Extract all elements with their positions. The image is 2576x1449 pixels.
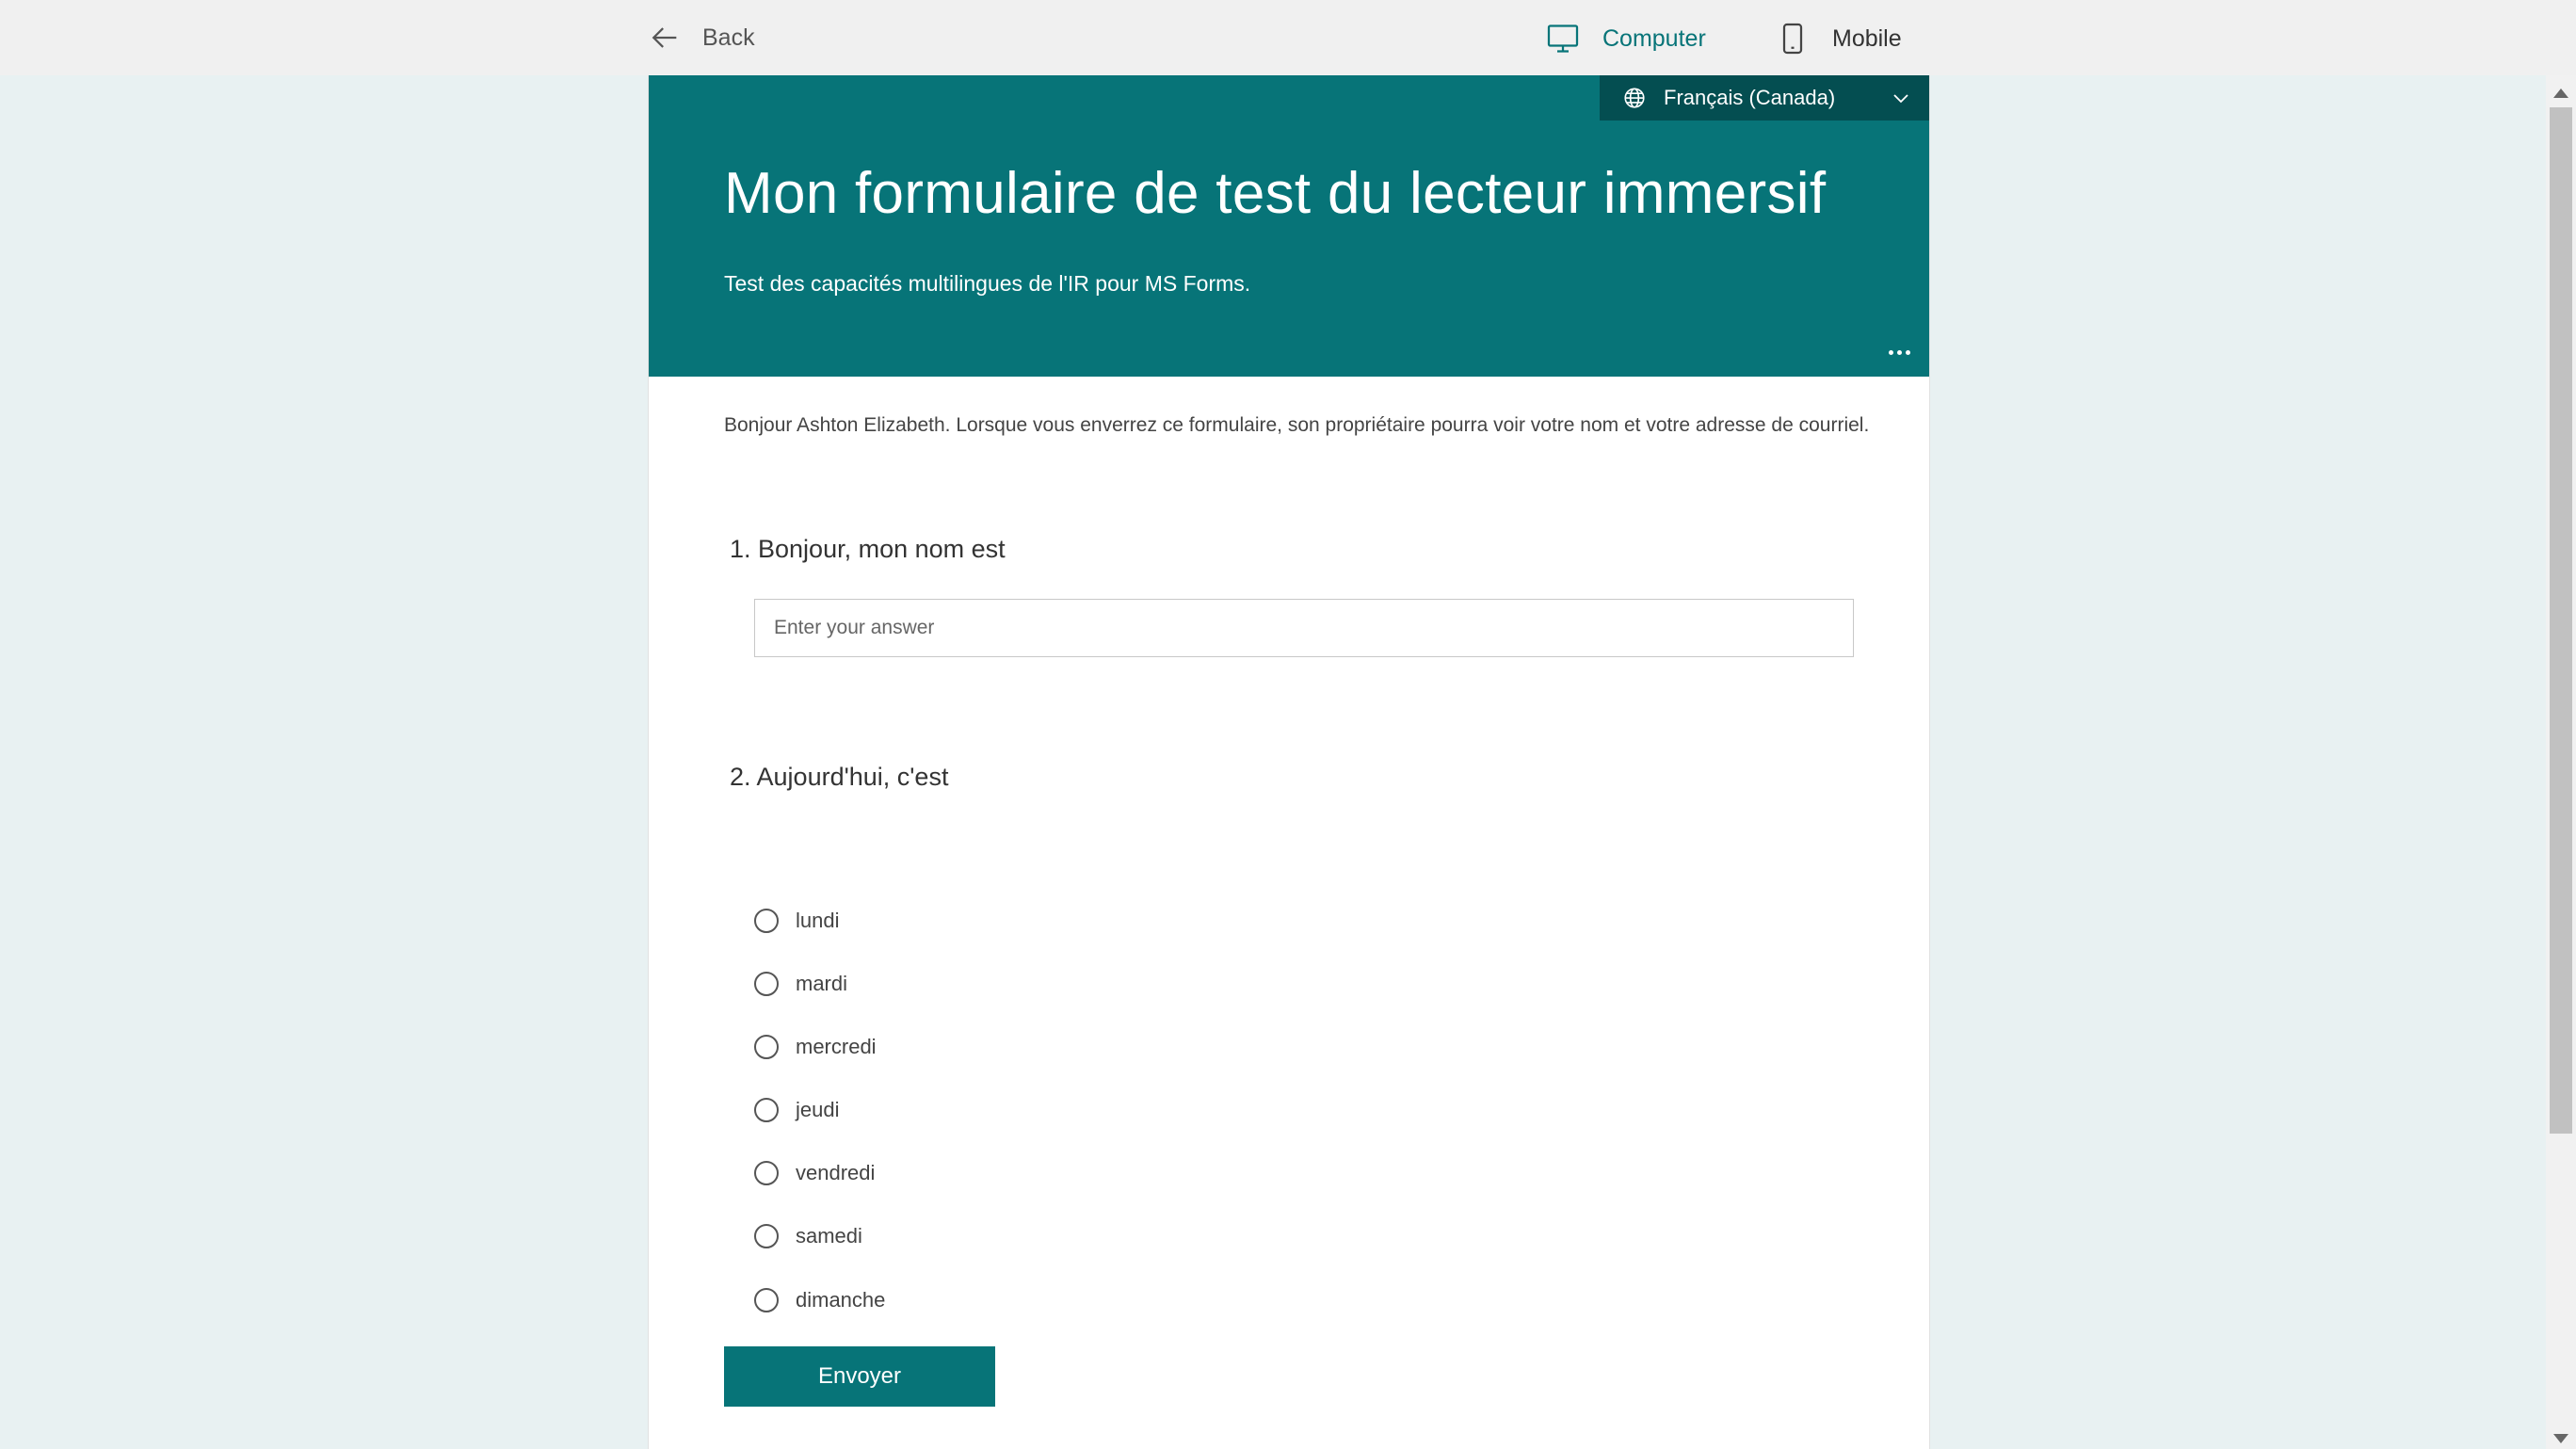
radio-button[interactable] (754, 1035, 779, 1059)
question-1-title: 1. Bonjour, mon nom est (730, 535, 1006, 563)
option-vendredi[interactable]: vendredi (754, 1154, 875, 1192)
chevron-down-icon (1893, 94, 1908, 104)
vertical-scrollbar[interactable] (2546, 75, 2576, 1449)
option-mardi[interactable]: mardi (754, 965, 847, 1003)
language-label: Français (Canada) (1664, 86, 1836, 109)
radio-button[interactable] (754, 909, 779, 933)
question-1-answer-input[interactable] (754, 599, 1854, 657)
option-label: mercredi (796, 1035, 877, 1058)
option-label: lundi (796, 909, 840, 932)
scroll-down-arrow-icon[interactable] (2553, 1434, 2568, 1443)
option-jeudi[interactable]: jeudi (754, 1091, 839, 1129)
scrollbar-thumb[interactable] (2550, 107, 2572, 1134)
form-title: Mon formulaire de test du lecteur immers… (724, 161, 1827, 226)
globe-icon (1624, 88, 1645, 108)
form-subtitle: Test des capacités multilingues de l'IR … (724, 271, 1251, 296)
option-label: vendredi (796, 1161, 876, 1184)
view-computer-button[interactable]: Computer (1546, 17, 1706, 60)
radio-button[interactable] (754, 1288, 779, 1312)
view-mobile-label: Mobile (1832, 24, 1902, 52)
option-label: mardi (796, 972, 848, 995)
question-2-title: 2. Aujourd'hui, c'est (730, 763, 949, 791)
option-lundi[interactable]: lundi (754, 902, 839, 940)
option-label: jeudi (796, 1098, 840, 1121)
back-label: Back (702, 24, 755, 51)
form-card: Français (Canada) Mon formulaire de test… (648, 75, 1930, 1449)
view-computer-label: Computer (1602, 24, 1706, 52)
option-label: samedi (796, 1224, 862, 1248)
scroll-up-arrow-icon[interactable] (2553, 89, 2568, 98)
back-button[interactable]: Back (650, 19, 755, 56)
radio-button[interactable] (754, 1224, 779, 1248)
top-bar: Back Computer Mobile (0, 0, 2576, 75)
option-dimanche[interactable]: dimanche (754, 1281, 885, 1319)
option-mercredi[interactable]: mercredi (754, 1028, 877, 1066)
arrow-left-icon (652, 27, 677, 48)
intro-text: Bonjour Ashton Elizabeth. Lorsque vous e… (724, 414, 1870, 436)
monitor-icon (1547, 24, 1579, 53)
submit-button[interactable]: Envoyer (724, 1346, 995, 1407)
option-label: dimanche (796, 1288, 886, 1312)
view-mobile-button[interactable]: Mobile (1776, 17, 1902, 60)
form-header-banner: Français (Canada) Mon formulaire de test… (649, 75, 1929, 377)
language-selector[interactable]: Français (Canada) (1600, 75, 1929, 121)
phone-icon (1782, 23, 1803, 55)
radio-button[interactable] (754, 972, 779, 996)
radio-button[interactable] (754, 1098, 779, 1122)
more-dots-icon (1888, 349, 1893, 355)
more-options-button[interactable] (1880, 341, 1918, 363)
option-samedi[interactable]: samedi (754, 1217, 862, 1255)
radio-button[interactable] (754, 1161, 779, 1185)
